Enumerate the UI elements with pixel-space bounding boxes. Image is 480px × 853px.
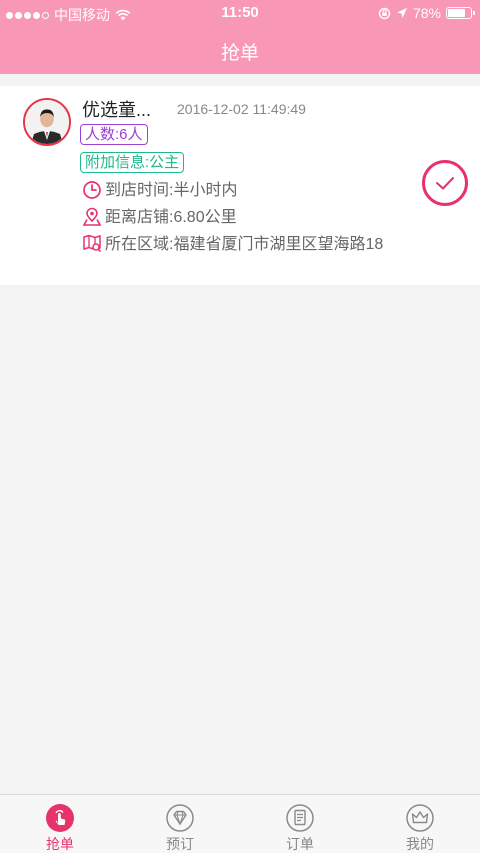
tab-bar: 抢单 预订 订单 我的 [0, 794, 480, 853]
map-pin-icon [82, 207, 102, 226]
nav-bar: 抢单 [0, 26, 480, 74]
status-bar: 中国移动 11:50 78% [0, 0, 480, 26]
tab-reserve[interactable]: 预订 [120, 795, 240, 853]
rotation-lock-icon [378, 7, 391, 19]
page-title: 抢单 [220, 43, 259, 64]
customer-name: 优选童... [82, 100, 152, 120]
status-right: 78% [378, 5, 475, 21]
extra-info-tag: 附加信息:公主 [80, 152, 185, 173]
tab-grab-label: 抢单 [46, 836, 74, 852]
clock-icon [83, 181, 101, 199]
crown-icon [406, 804, 434, 832]
battery-icon [446, 7, 475, 19]
distance-text: 距离店铺:6.80公里 [105, 209, 237, 226]
people-count-tag: 人数:6人 [80, 124, 148, 145]
diamond-icon [166, 804, 194, 832]
check-icon [436, 177, 454, 190]
tab-mine[interactable]: 我的 [360, 795, 480, 853]
tab-orders[interactable]: 订单 [240, 795, 360, 853]
location-arrow-icon [396, 8, 407, 18]
grab-order-button[interactable] [422, 160, 468, 206]
tab-orders-label: 订单 [286, 836, 314, 852]
avatar [23, 98, 71, 146]
hand-tap-icon [46, 804, 74, 832]
tab-mine-label: 我的 [406, 836, 434, 852]
order-card[interactable]: 优选童... 2016-12-02 11:49:49 人数:6人 附加信息:公主… [0, 86, 480, 285]
tab-reserve-label: 预订 [166, 836, 194, 852]
area-row: 所在区域:福建省厦门市湖里区望海路18 [82, 234, 405, 255]
area-text: 所在区域:福建省厦门市湖里区望海路18 [105, 236, 384, 253]
order-datetime: 2016-12-02 11:49:49 [177, 101, 306, 117]
battery-fill [448, 9, 465, 17]
arrival-time-text: 到店时间:半小时内 [105, 182, 238, 199]
map-search-icon [83, 234, 102, 253]
battery-percent: 78% [412, 5, 441, 21]
document-icon [286, 804, 314, 832]
tab-grab[interactable]: 抢单 [0, 795, 120, 853]
arrival-time-row: 到店时间:半小时内 [82, 180, 237, 201]
distance-row: 距离店铺:6.80公里 [82, 207, 237, 228]
